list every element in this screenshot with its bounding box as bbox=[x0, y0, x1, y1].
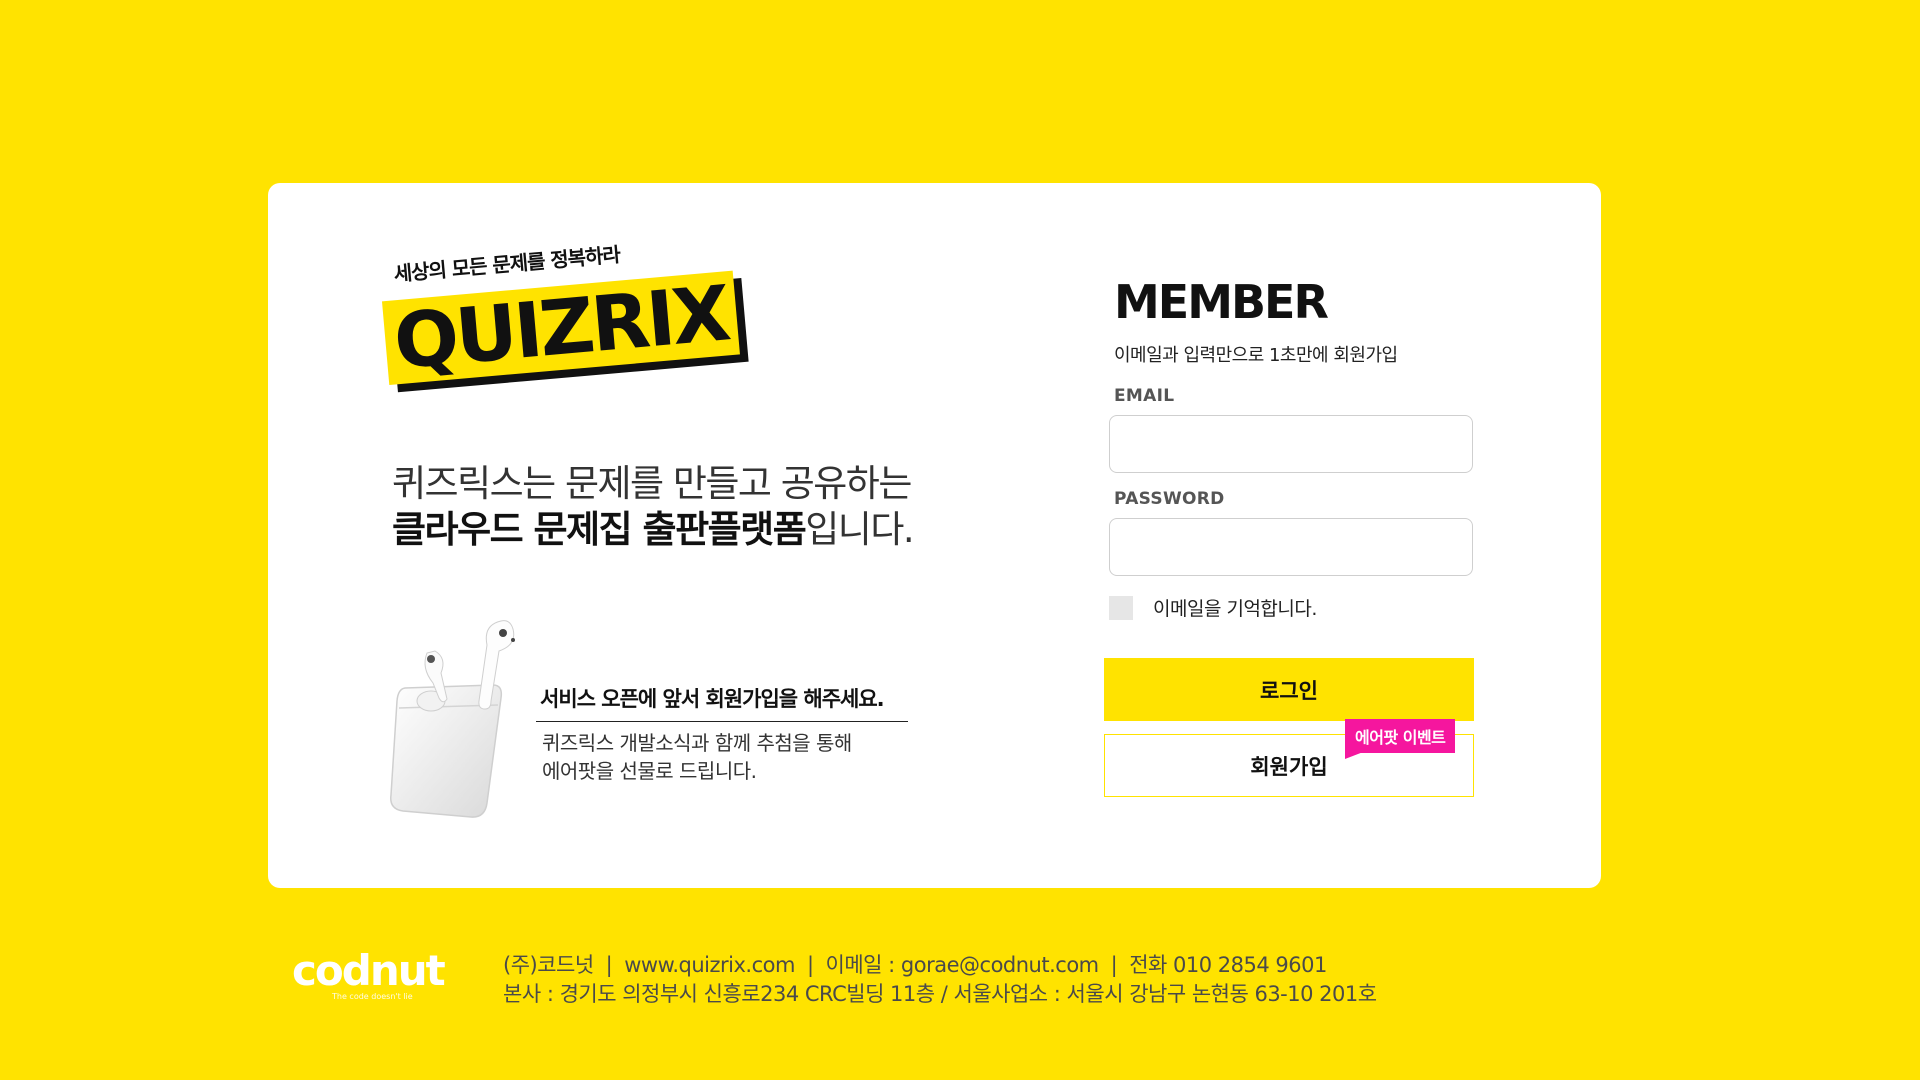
intro-line-1: 퀴즈릭스는 문제를 만들고 공유하는 bbox=[392, 462, 912, 505]
event-badge-tail bbox=[1345, 749, 1371, 759]
promo-heading: 서비스 오픈에 앞서 회원가입을 해주세요. bbox=[536, 683, 908, 722]
intro-text: 퀴즈릭스는 문제를 만들고 공유하는 클라우드 문제집 출판플랫폼입니다. bbox=[392, 461, 915, 553]
intro-line-2-bold: 클라우드 문제집 출판플랫폼 bbox=[392, 508, 807, 551]
member-title: MEMBER bbox=[1114, 275, 1329, 329]
quizrix-logo: QUIZRIX bbox=[381, 268, 749, 393]
footer-phone: 전화 010 2854 9601 bbox=[1129, 953, 1327, 977]
footer-line-1: (주)코드넛 | www.quizrix.com | 이메일 : gorae@codnu… bbox=[503, 951, 1377, 980]
airpods-image bbox=[390, 620, 515, 818]
footer-separator: | bbox=[806, 953, 814, 977]
remember-checkbox[interactable] bbox=[1109, 595, 1133, 620]
footer-email[interactable]: 이메일 : gorae@codnut.com bbox=[826, 953, 1100, 977]
intro-line-2-tail: 입니다. bbox=[805, 508, 914, 551]
remember-email[interactable]: 이메일을 기억합니다. bbox=[1109, 594, 1317, 621]
promo-body-line-2: 에어팟을 선물로 드립니다. bbox=[542, 759, 757, 783]
intro-line-2: 클라우드 문제집 출판플랫폼입니다. bbox=[392, 507, 915, 553]
login-button[interactable]: 로그인 bbox=[1104, 658, 1474, 721]
footer-company: (주)코드넛 bbox=[503, 953, 594, 977]
login-card: 세상의 모든 문제를 정복하라 QUIZRIX 퀴즈릭스는 문제를 만들고 공유… bbox=[268, 183, 1601, 888]
password-label: PASSWORD bbox=[1114, 489, 1225, 509]
promo-body-line-1: 퀴즈릭스 개발소식과 함께 추첨을 통해 bbox=[542, 731, 852, 755]
codnut-logo-text: codnut bbox=[292, 946, 446, 995]
member-subtitle: 이메일과 입력만으로 1초만에 회원가입 bbox=[1114, 345, 1398, 366]
remember-label: 이메일을 기억합니다. bbox=[1153, 598, 1317, 620]
codnut-logo-tagline: The code doesn't lie bbox=[332, 992, 413, 1001]
codnut-logo: codnut The code doesn't lie bbox=[292, 946, 446, 1002]
logo-background: QUIZRIX bbox=[381, 268, 740, 386]
email-input[interactable] bbox=[1109, 415, 1473, 473]
event-badge: 에어팟 이벤트 bbox=[1345, 719, 1456, 753]
password-input[interactable] bbox=[1109, 518, 1473, 576]
footer-website[interactable]: www.quizrix.com bbox=[624, 953, 795, 977]
footer-address: 본사 : 경기도 의정부시 신흥로234 CRC빌딩 11층 / 서울사업소 :… bbox=[503, 982, 1377, 1006]
footer-separator: | bbox=[1110, 953, 1118, 977]
email-label: EMAIL bbox=[1114, 386, 1175, 406]
footer-info: (주)코드넛 | www.quizrix.com | 이메일 : gorae@codnu… bbox=[503, 951, 1377, 1009]
promo-body: 퀴즈릭스 개발소식과 함께 추첨을 통해 에어팟을 선물로 드립니다. bbox=[542, 729, 852, 785]
footer-separator: | bbox=[605, 953, 613, 977]
